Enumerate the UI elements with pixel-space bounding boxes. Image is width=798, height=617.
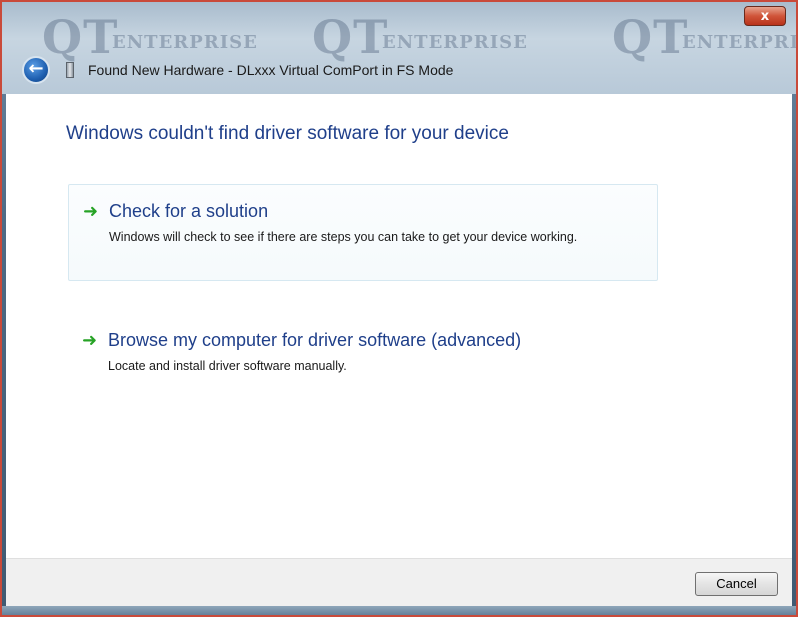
hardware-device-icon [66,62,74,78]
watermark-text: ENTERPRISE [112,32,258,53]
option-description: Locate and install driver software manua… [108,359,347,373]
option-title: Browse my computer for driver software (… [108,330,522,350]
cancel-button[interactable]: Cancel [695,572,778,596]
watermark-logo: QT [42,10,119,64]
green-arrow-icon: ➜ [83,201,99,222]
option-browse-computer[interactable]: ➜ Browse my computer for driver software… [68,316,658,386]
dialog-content: Windows couldn't find driver software fo… [6,94,792,558]
option-description: Windows will check to see if there are s… [109,230,578,244]
dialog-footer: Cancel [6,558,792,607]
close-icon: x [760,9,770,24]
window-border-bottom [2,606,796,615]
dialog-window: QT ENTERPRISE QT ENTERPRISE QT ENTERPRIS… [0,0,798,617]
window-title: Found New Hardware - DLxxx Virtual ComPo… [88,62,454,78]
watermark-text: ENTERPRISE [682,32,796,53]
green-arrow-icon: ➜ [82,330,98,351]
close-button[interactable]: x [744,6,786,26]
option-check-for-solution[interactable]: ➜ Check for a solution Windows will chec… [68,184,658,281]
back-button[interactable]: ← [22,56,50,84]
back-arrow-icon: ← [28,58,44,79]
watermark-text: ENTERPRISE [382,32,528,53]
page-headline: Windows couldn't find driver software fo… [66,123,509,144]
title-bar: QT ENTERPRISE QT ENTERPRISE QT ENTERPRIS… [2,2,796,94]
watermark-logo: QT [612,10,689,64]
watermark-logo: QT [312,10,389,64]
option-title: Check for a solution [109,201,269,221]
